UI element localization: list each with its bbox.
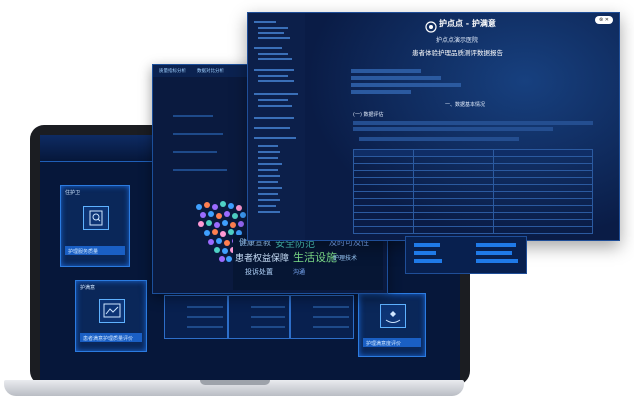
word-cloud: 健康宣教 安全防范 及时可及性 患者权益保障 生活设施 护理技术 投诉处置 沟通: [233, 235, 383, 290]
word: 投诉处置: [245, 268, 273, 276]
chart-icon: [99, 299, 125, 323]
search-icon: [83, 206, 109, 230]
nurse-card-2[interactable]: 护满意 患者满意护理质量评价: [75, 280, 147, 352]
bar-table: [405, 236, 527, 274]
card-label: 护理服务质量: [68, 249, 99, 255]
word: 生活设施: [293, 251, 337, 264]
stats-panel: [161, 105, 241, 185]
hospital-name: 护点点演示医院: [436, 37, 479, 44]
tab-compare[interactable]: 数据对比分析: [197, 68, 224, 78]
mini-table-2: 护满意: [228, 289, 290, 339]
laptop-notch: [200, 380, 270, 385]
report-title: 患者体验护理品质测评数据报告: [412, 49, 503, 57]
card-header: 护满意: [80, 285, 96, 291]
section-heading: 一、数据基本情况: [445, 102, 486, 108]
card-header: 住护卫: [65, 190, 81, 196]
word: 沟通: [293, 269, 306, 276]
word: 护理技术: [333, 255, 358, 262]
nurse-card-1[interactable]: 住护卫 护理服务质量: [60, 185, 130, 267]
card-button[interactable]: 护理满意度评价: [363, 338, 421, 347]
nurse-card-3[interactable]: 护理满意度评价: [358, 293, 426, 357]
report-window: ⊗ ✕ 护点点 - 护满意 护点点演示医院 患者体验护理品质测评数据报告 一、数…: [247, 12, 620, 241]
subsection-heading: (一) 数据评估: [353, 112, 384, 118]
hands-icon: [380, 304, 406, 328]
brand-name: 护点点 - 护满意: [439, 19, 496, 28]
close-icon[interactable]: ⊗ ✕: [595, 16, 613, 24]
logo-icon: [425, 18, 437, 33]
card-button[interactable]: 患者满意护理质量评价: [80, 333, 142, 342]
report-content: ⊗ ✕ 护点点 - 护满意 护点点演示医院 患者体验护理品质测评数据报告 一、数…: [305, 13, 619, 240]
data-table: [353, 149, 594, 234]
mini-table-1: 住护卫: [164, 289, 228, 339]
word: 患者权益保障: [235, 254, 290, 264]
tab-quality[interactable]: 质量指标分析: [159, 68, 186, 78]
mini-table-3: 安护点: [290, 289, 354, 339]
card-button[interactable]: 护理服务质量: [65, 246, 125, 255]
outline-panel: [248, 13, 306, 240]
card-label: 护理满意度评价: [366, 341, 402, 347]
card-label: 患者满意护理质量评价: [83, 336, 134, 342]
